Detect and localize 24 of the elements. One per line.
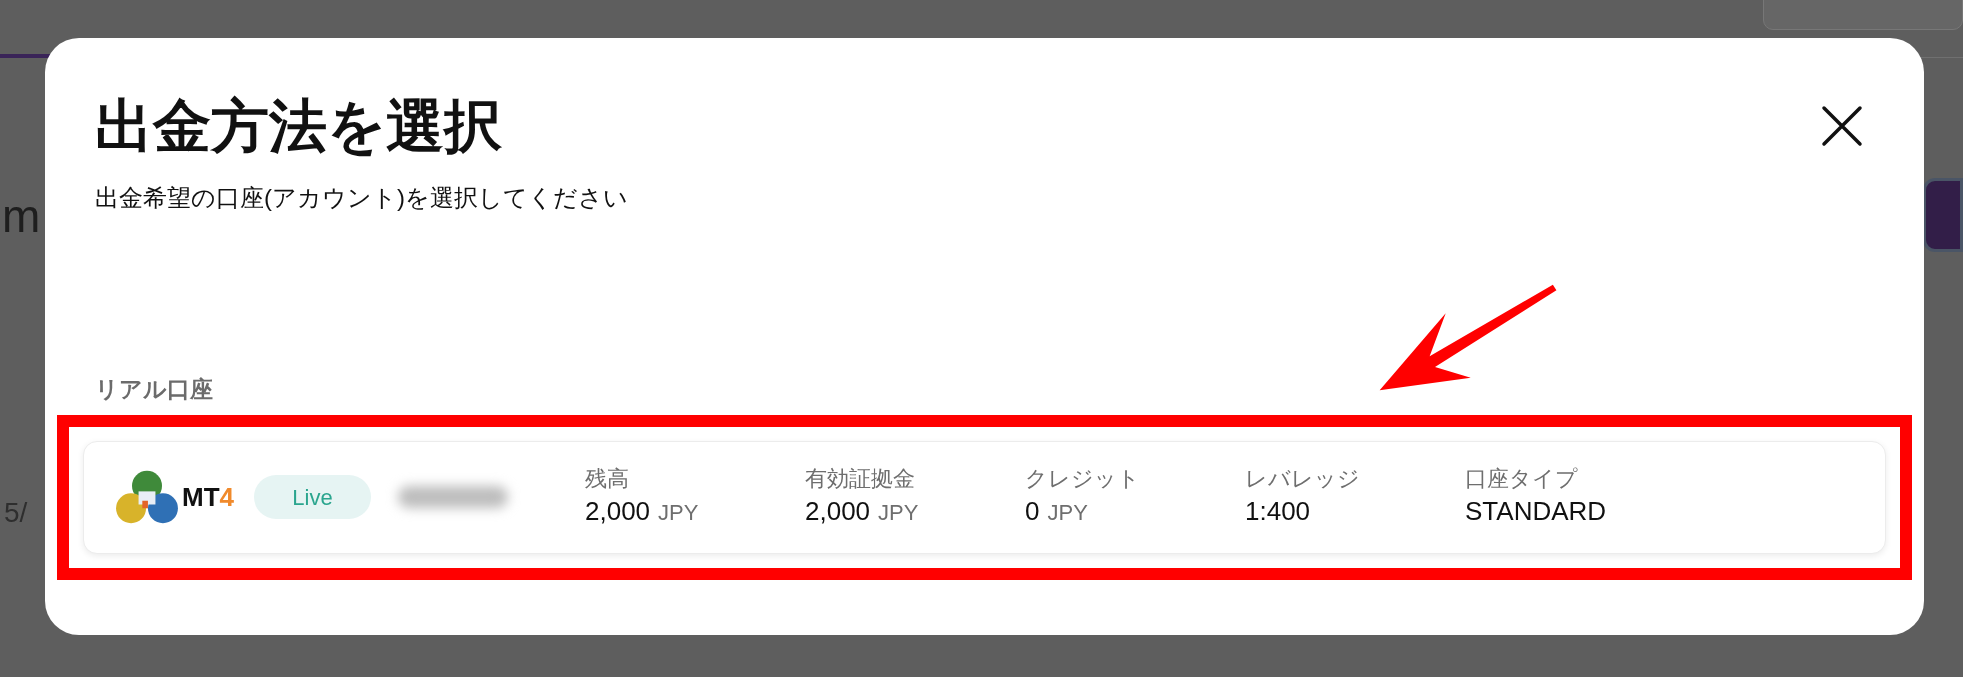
field-label: 残高 — [585, 465, 630, 493]
close-button[interactable] — [1820, 104, 1864, 148]
platform-name: MT — [182, 481, 220, 512]
dialog-subtitle: 出金希望の口座(アカウント)を選択してください — [95, 183, 629, 213]
dialog-title: 出金方法を選択 — [95, 92, 502, 160]
field-unit: JPY — [878, 500, 919, 525]
account-card[interactable]: MT4 Live 残高 2,000 JPY 有効証拠金 2,000 JPY クレジット 0 JPY レバレッジ 1:400 口座タイプ STANDARD — [83, 440, 1886, 554]
platform-number: 4 — [219, 481, 234, 512]
status-badge: Live — [254, 475, 371, 519]
side-button[interactable] — [1923, 178, 1963, 252]
field-unit: JPY — [658, 500, 699, 525]
field-label: レバレッジ — [1245, 465, 1361, 493]
field-label: 口座タイプ — [1465, 465, 1579, 493]
field-value: 2,000 — [585, 496, 651, 526]
field-value: 2,000 — [805, 496, 871, 526]
close-icon — [1820, 104, 1864, 148]
field-label: クレジット — [1025, 465, 1141, 493]
field-unit: JPY — [1047, 500, 1088, 525]
field-value: STANDARD — [1465, 496, 1607, 526]
field-label: 有効証拠金 — [805, 465, 916, 493]
section-label: リアル口座 — [95, 376, 213, 402]
page-heading: m — [2, 189, 41, 244]
field-value: 0 — [1025, 496, 1040, 526]
field-value: 1:400 — [1245, 496, 1311, 526]
